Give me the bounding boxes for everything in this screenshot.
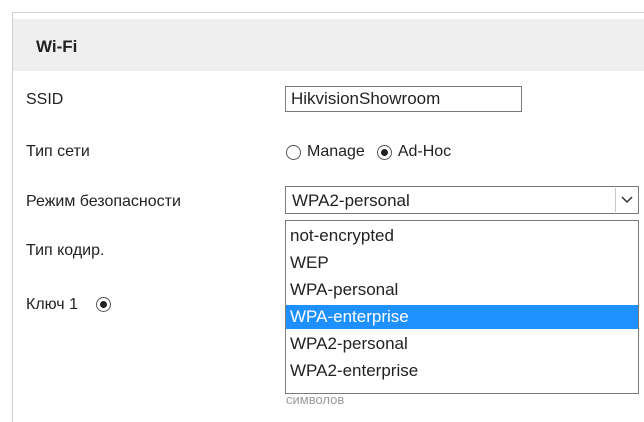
network-type-label: Тип сети [26,143,90,160]
radio-adhoc[interactable] [376,144,392,160]
ssid-label: SSID [26,91,64,108]
security-mode-label: Режим безопасности [26,193,181,210]
section-title: Wi-Fi [36,37,78,56]
option-wpa2-enterprise[interactable]: WPA2-enterprise [286,359,638,383]
partial-hint-text: символов [286,392,345,407]
option-wpa-personal[interactable]: WPA-personal [286,278,638,302]
option-wep[interactable]: WEP [286,251,638,275]
radio-adhoc-label[interactable]: Ad-Hoc [398,143,451,161]
encryption-type-label: Тип кодир. [26,242,105,259]
security-mode-selected-value: WPA2-personal [292,191,410,210]
ssid-input[interactable] [285,86,522,112]
key1-radio[interactable] [96,297,111,312]
key1-label: Ключ 1 [26,296,78,313]
chevron-down-icon[interactable] [615,188,637,212]
radio-manage-label[interactable]: Manage [307,143,365,161]
option-wpa2-personal[interactable]: WPA2-personal [286,332,638,356]
section-header [13,19,644,71]
security-mode-select[interactable]: WPA2-personal [285,186,639,214]
option-not-encrypted[interactable]: not-encrypted [286,224,638,248]
option-wpa-enterprise[interactable]: WPA-enterprise [286,305,638,329]
security-mode-dropdown: not-encrypted WEP WPA-personal WPA-enter… [285,220,639,394]
radio-manage[interactable] [286,144,301,160]
network-type-radio-group: Manage Ad-Hoc [286,143,451,161]
